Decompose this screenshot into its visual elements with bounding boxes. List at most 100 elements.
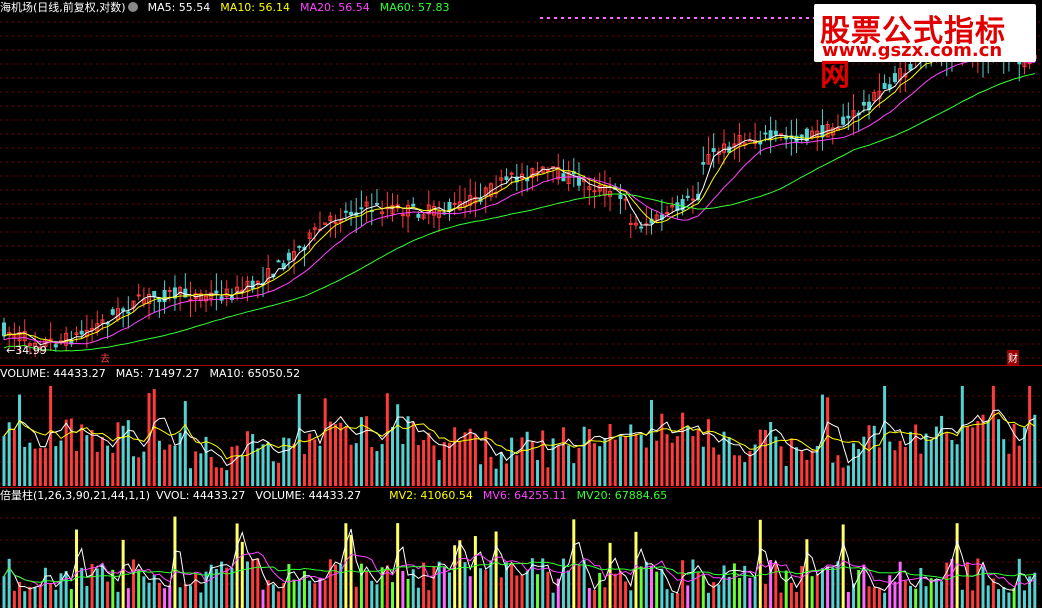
volume-bar <box>556 445 560 486</box>
indicator-bar <box>168 585 172 608</box>
volume-bar <box>738 455 742 486</box>
volume-bar <box>292 443 296 486</box>
volume-bar <box>411 421 415 486</box>
indicator-bar <box>43 567 47 608</box>
volume-bar <box>12 429 16 486</box>
volume-bar <box>608 423 612 486</box>
volume-bar <box>7 422 11 486</box>
ma20-value: MA20: 56.54 <box>300 1 370 14</box>
volume-bar <box>339 422 343 486</box>
indicator-bar <box>515 575 519 608</box>
volume-ma10: MA10: 65050.52 <box>209 367 301 380</box>
volume-bar <box>458 440 462 486</box>
volume-bar <box>344 426 348 486</box>
volume-bar <box>877 447 881 486</box>
volume-bar <box>722 431 726 486</box>
signal-dot <box>687 17 690 19</box>
indicator-bar <box>157 582 161 608</box>
volume-bar <box>795 447 799 486</box>
indicator-bar <box>406 578 410 608</box>
volume-bar <box>536 459 540 486</box>
signal-dot <box>673 17 676 19</box>
event-marker-left[interactable]: 去 <box>100 350 110 365</box>
candle-body <box>297 245 302 248</box>
indicator-bar <box>163 588 167 608</box>
indicator-bar <box>660 568 664 608</box>
volume-panel[interactable]: VOLUME: 44433.27 MA5: 71497.27 MA10: 65050… <box>0 366 1042 488</box>
signal-dot <box>568 17 571 19</box>
indicator-bar <box>152 574 156 608</box>
indicator-bar <box>960 589 964 608</box>
volume-bar <box>494 468 498 486</box>
indicator-bar <box>349 534 353 608</box>
indicator-bar <box>432 566 436 608</box>
indicator-bar <box>789 582 793 608</box>
volume-bar <box>230 446 234 486</box>
indicator-bar <box>872 587 876 608</box>
indicator-bar <box>914 588 918 608</box>
indicator-bar <box>132 559 135 608</box>
signal-dot <box>603 17 606 19</box>
indicator-bar <box>178 587 182 608</box>
volume-bar <box>396 404 400 486</box>
volume-bar <box>846 465 850 486</box>
candle-body <box>861 101 866 106</box>
volume-bar <box>489 456 493 486</box>
indicator-bar <box>85 585 89 608</box>
volume-bar <box>318 445 322 486</box>
indicator-bar <box>753 577 757 608</box>
candle-body <box>343 210 348 213</box>
indicator-bar <box>551 592 555 608</box>
volume-bar <box>826 397 830 486</box>
indicator-bar <box>38 584 42 608</box>
signal-dot <box>540 17 543 19</box>
settings-gear-icon[interactable] <box>127 2 138 12</box>
indicator-bar <box>287 564 291 608</box>
indicator-bar <box>940 581 944 608</box>
price-panel[interactable]: 海机场(日线,前复权,对数) MA5: 55.54 MA10: 56.14 MA20:… <box>0 0 1042 366</box>
volume-bar <box>670 442 674 486</box>
indicator-bar <box>106 581 110 608</box>
candle-body <box>167 290 172 293</box>
volume-bar <box>971 427 975 486</box>
indicator-bar <box>54 589 58 608</box>
volume-bar <box>209 457 213 486</box>
indicator-bar <box>831 567 835 608</box>
candle-body <box>214 290 219 294</box>
indicator-name[interactable]: 倍量柱(1,26,3,90,21,44,1,1) <box>0 489 150 502</box>
volume-bar <box>732 455 736 486</box>
indicator-bar <box>510 562 514 608</box>
volume-bar <box>473 434 477 486</box>
indicator-bar <box>499 577 503 608</box>
indicator-bar <box>323 580 327 608</box>
candle-body <box>121 308 126 312</box>
indicator-bar <box>204 571 208 608</box>
indicator-bar <box>147 582 151 608</box>
volume-bar <box>758 429 762 486</box>
volume-bar <box>225 470 229 486</box>
signal-dot <box>582 17 585 19</box>
indicator-chart[interactable] <box>0 488 1042 608</box>
indicator-bar <box>422 562 426 608</box>
candle-body <box>411 203 416 207</box>
volume-chart[interactable] <box>0 366 1042 488</box>
indicator-bar <box>525 571 529 608</box>
finance-marker[interactable]: 财 <box>1007 350 1019 365</box>
indicator-panel[interactable]: 倍量柱(1,26,3,90,21,44,1,1) VVOL: 44433.27 VO… <box>0 488 1042 608</box>
volume-bar <box>567 445 571 486</box>
indicator-bar <box>567 570 571 608</box>
candle-body <box>349 211 354 216</box>
indicator-bar <box>235 523 239 608</box>
signal-dot <box>638 17 641 19</box>
signal-dot <box>547 17 550 19</box>
indicator-bar <box>458 540 462 608</box>
signal-dot <box>617 17 620 19</box>
signal-dot <box>659 17 662 19</box>
volume-bar <box>59 440 63 486</box>
indicator-bar <box>80 567 84 608</box>
volume-bar <box>950 439 954 486</box>
volume-bar <box>862 436 866 486</box>
volume-bar <box>375 451 379 486</box>
candle-body <box>509 172 514 175</box>
volume-bar <box>266 442 270 486</box>
